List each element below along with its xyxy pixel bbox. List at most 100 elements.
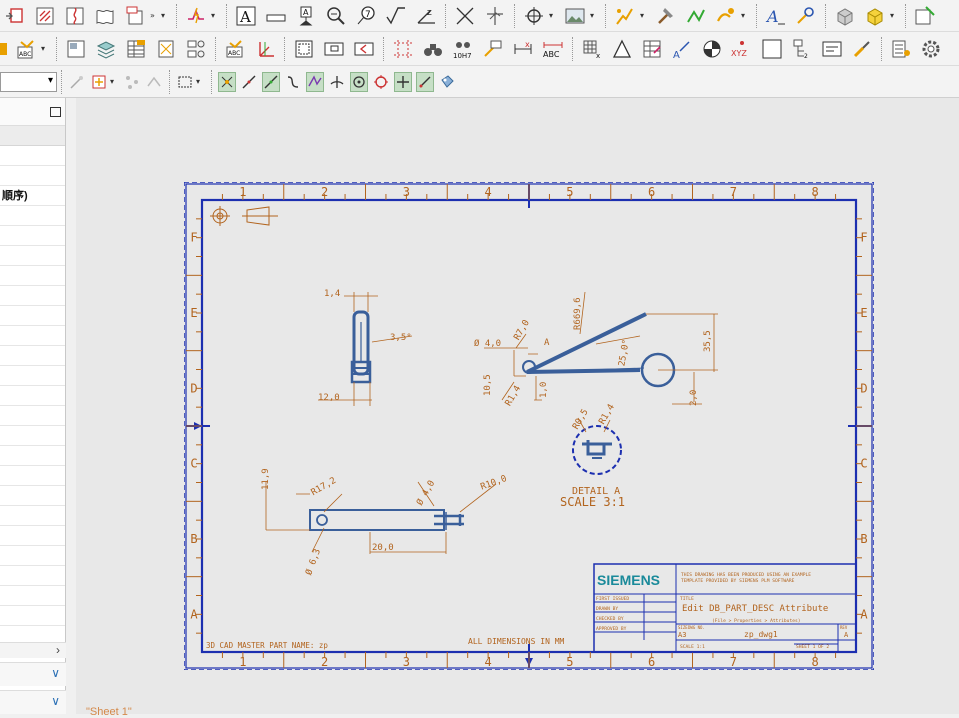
blank-box-icon[interactable]: [760, 37, 784, 61]
view-label-icon[interactable]: [438, 72, 456, 92]
break-view-icon[interactable]: [63, 4, 87, 28]
navigator-row[interactable]: [0, 226, 65, 246]
navigator-row[interactable]: [0, 246, 65, 266]
cut-section-icon[interactable]: [3, 4, 27, 28]
navigator-row[interactable]: [0, 426, 65, 446]
dropdown-arrow-icon[interactable]: ▾: [890, 11, 898, 20]
dropdown-arrow-icon[interactable]: ▾: [41, 44, 49, 53]
point-grid-icon[interactable]: [391, 37, 415, 61]
navigator-row[interactable]: [0, 506, 65, 526]
datum-feature-icon[interactable]: A: [294, 4, 318, 28]
axes-icon[interactable]: [253, 37, 277, 61]
tolerance-icon[interactable]: 10H7: [451, 37, 475, 61]
dropdown-arrow-icon[interactable]: ▾: [196, 77, 204, 86]
intersection-icon[interactable]: [306, 71, 324, 92]
navigator-row[interactable]: [0, 326, 65, 346]
layer-dropdown[interactable]: ▾: [0, 71, 57, 92]
navigator-row[interactable]: [0, 406, 65, 426]
bisector-icon[interactable]: [416, 71, 434, 92]
solid-box-icon[interactable]: [833, 4, 857, 28]
navigator-row[interactable]: [0, 386, 65, 406]
navigator-row[interactable]: [0, 306, 65, 326]
curve-icon[interactable]: [284, 72, 302, 92]
yellow-box-icon[interactable]: [863, 4, 887, 28]
centerline-icon[interactable]: [453, 4, 477, 28]
dropdown-arrow-icon[interactable]: ▾: [590, 11, 598, 20]
frame-icon[interactable]: [292, 37, 316, 61]
navigator-row[interactable]: [0, 286, 65, 306]
feature-control-frame-icon[interactable]: [264, 4, 288, 28]
snap-scatter-icon[interactable]: [123, 72, 141, 92]
update-views-icon[interactable]: [123, 4, 147, 28]
sheet-tab[interactable]: "Sheet 1": [86, 706, 132, 718]
chevron-right-icon[interactable]: ›: [56, 643, 60, 657]
navigator-row[interactable]: [0, 566, 65, 586]
bend-table-icon[interactable]: [154, 37, 178, 61]
navigator-row[interactable]: [0, 586, 65, 606]
properties-list-icon[interactable]: [889, 37, 913, 61]
dropdown-arrow-icon[interactable]: ▾: [110, 77, 118, 86]
snap-endpoint-icon[interactable]: [68, 72, 86, 92]
zoom-icon[interactable]: [324, 4, 348, 28]
abc-dimension-icon[interactable]: ABC: [541, 37, 565, 61]
navigator-row[interactable]: [0, 266, 65, 286]
grid-x-icon[interactable]: x: [580, 37, 604, 61]
perpendicular-icon[interactable]: [328, 72, 346, 92]
quadrant-icon[interactable]: [372, 72, 390, 92]
crosshair-icon[interactable]: [522, 4, 546, 28]
image-icon[interactable]: [563, 4, 587, 28]
navigator-row[interactable]: [0, 346, 65, 366]
dropdown-arrow-icon[interactable]: ▾: [549, 11, 557, 20]
table-settings-icon[interactable]: [913, 4, 937, 28]
hierarchy-icon[interactable]: 2: [790, 37, 814, 61]
dependencies-fold[interactable]: ∨: [0, 662, 66, 686]
snap-toggle-icon[interactable]: [218, 71, 236, 92]
offset-dimension-icon[interactable]: x: [511, 37, 535, 61]
xyz-coordinate-icon[interactable]: XYZ: [730, 37, 754, 61]
bounded-view-icon[interactable]: [93, 4, 117, 28]
drawing-sheet-icon[interactable]: [64, 37, 88, 61]
navigator-row[interactable]: [0, 446, 65, 466]
snap-chain-icon[interactable]: [145, 72, 163, 92]
hole-table-icon[interactable]: [184, 37, 208, 61]
constraint-icon[interactable]: [714, 4, 738, 28]
navigator-row[interactable]: 順序): [0, 186, 65, 206]
centermark-icon[interactable]: [483, 4, 507, 28]
navigator-row[interactable]: [0, 146, 65, 166]
dropdown-arrow-icon[interactable]: ▾: [741, 11, 749, 20]
layers-icon[interactable]: [94, 37, 118, 61]
brush-icon[interactable]: [850, 37, 874, 61]
chevron-frame-icon[interactable]: [352, 37, 376, 61]
abc-label-icon[interactable]: ABC: [223, 37, 247, 61]
hammer-icon[interactable]: [654, 4, 678, 28]
weld-symbol-icon[interactable]: Z: [414, 4, 438, 28]
binoculars-icon[interactable]: [421, 37, 445, 61]
center-of-mass-icon[interactable]: [700, 37, 724, 61]
chevron-down-icon[interactable]: ∨: [51, 666, 60, 680]
gear-icon[interactable]: [919, 37, 943, 61]
table-edit-icon[interactable]: [640, 37, 664, 61]
id-symbol-icon[interactable]: 7: [354, 4, 378, 28]
sketch-tool-icon[interactable]: [613, 4, 637, 28]
settings-edit-icon[interactable]: [794, 4, 818, 28]
point-on-curve-icon[interactable]: [394, 71, 412, 92]
navigator-row[interactable]: [0, 526, 65, 546]
dropdown-arrow-icon[interactable]: ▾: [161, 11, 169, 20]
navigator-row[interactable]: [0, 466, 65, 486]
text-block-icon[interactable]: [820, 37, 844, 61]
details-fold[interactable]: ∨: [0, 690, 66, 714]
text-style-icon[interactable]: A: [764, 4, 788, 28]
midpoint-icon[interactable]: [262, 71, 280, 92]
folder-icon[interactable]: [0, 37, 8, 61]
green-sketch-icon[interactable]: [684, 4, 708, 28]
note-icon[interactable]: A: [234, 4, 258, 28]
dropdown-arrow-icon[interactable]: ▾: [640, 11, 648, 20]
surface-finish-icon[interactable]: [384, 4, 408, 28]
graphics-window[interactable]: 12345678 12345678 FEDCBA FEDCBA 1,4 3,5°…: [76, 98, 959, 718]
dropdown-arrow-icon[interactable]: ▾: [211, 11, 219, 20]
selection-box-icon[interactable]: [176, 72, 194, 92]
triangle-icon[interactable]: [610, 37, 634, 61]
broken-line-icon[interactable]: [184, 4, 208, 28]
measure-icon[interactable]: [481, 37, 505, 61]
navigator-row[interactable]: [0, 486, 65, 506]
